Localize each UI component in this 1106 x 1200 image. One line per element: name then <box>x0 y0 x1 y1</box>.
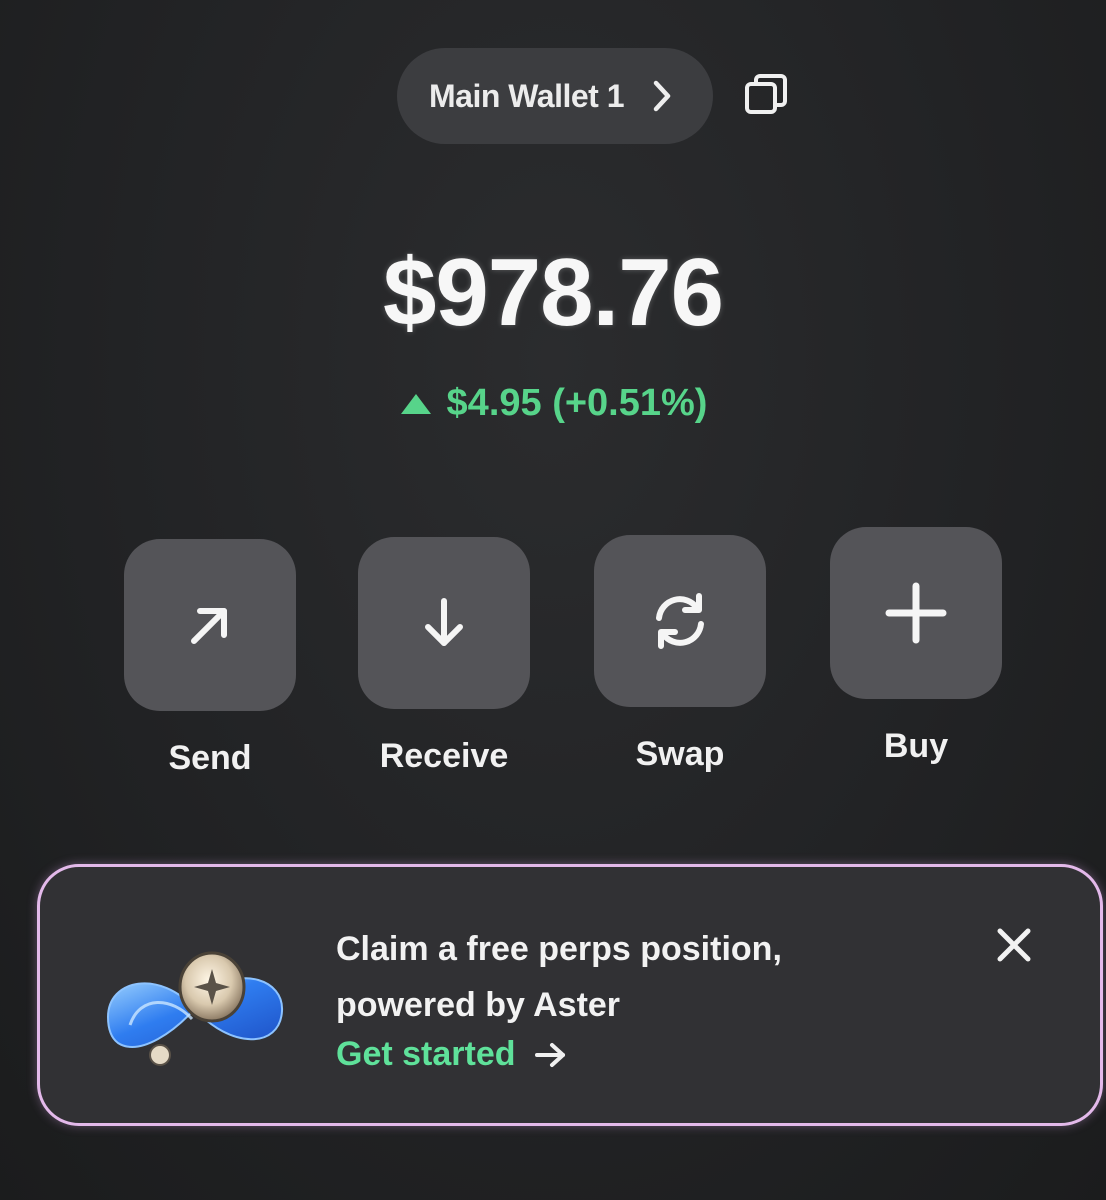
arrow-down-icon <box>425 598 463 646</box>
wallet-selector-button[interactable]: Main Wallet 1 <box>397 48 713 144</box>
buy-tile[interactable] <box>830 527 1002 699</box>
send-tile[interactable] <box>124 539 296 711</box>
close-icon[interactable] <box>992 923 1036 967</box>
swap-tile[interactable] <box>594 535 766 707</box>
balance-change: $4.95 (+0.51%) <box>0 382 1106 425</box>
receive-label: Receive <box>379 737 509 775</box>
quick-actions: Send Receive Swap Buy <box>124 527 1024 795</box>
promo-banner[interactable]: Claim a free perps position, powered by … <box>37 864 1103 1126</box>
swap-icon <box>656 593 704 649</box>
arrow-up-right-icon <box>191 608 227 644</box>
send-label: Send <box>168 739 252 777</box>
send-button[interactable]: Send <box>124 539 296 778</box>
triangle-up-icon <box>399 392 433 416</box>
aster-logo <box>100 939 290 1079</box>
wallet-header: Main Wallet 1 <box>397 48 787 144</box>
wallet-name: Main Wallet 1 <box>429 77 625 114</box>
swap-button[interactable]: Swap <box>594 535 766 774</box>
total-balance: $978.76 <box>382 239 724 346</box>
promo-title-line2: powered by Aster <box>336 986 621 1024</box>
receive-tile[interactable] <box>358 537 530 709</box>
swap-label: Swap <box>635 735 725 773</box>
buy-button[interactable]: Buy <box>830 527 1002 766</box>
arrow-right-icon <box>534 1042 568 1068</box>
promo-title-line1: Claim a free perps position, <box>336 930 782 968</box>
get-started-link[interactable]: Get started <box>336 1035 568 1074</box>
copy-icon[interactable] <box>741 70 791 120</box>
buy-label: Buy <box>883 727 949 765</box>
chevron-right-icon <box>652 79 672 113</box>
plus-icon <box>885 582 947 644</box>
receive-button[interactable]: Receive <box>358 537 530 776</box>
balance-change-text: $4.95 (+0.51%) <box>446 382 708 424</box>
promo-title: Claim a free perps position, powered by … <box>336 921 976 1033</box>
get-started-label: Get started <box>336 1035 516 1073</box>
